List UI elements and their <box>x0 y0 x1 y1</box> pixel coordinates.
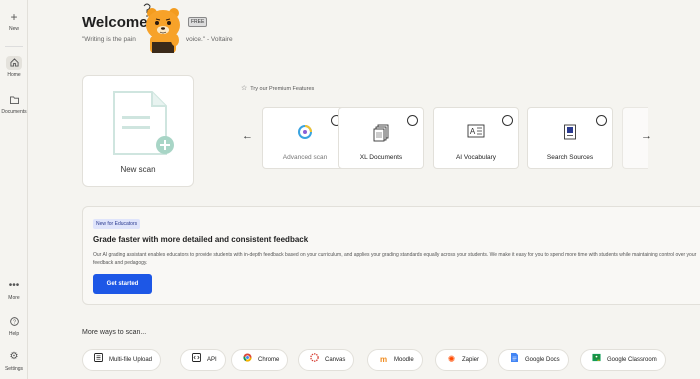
svg-text:A: A <box>470 127 476 136</box>
star-icon: ☆ <box>241 85 248 92</box>
premium-title: ☆ Try our Premium Features <box>241 84 314 92</box>
quote-start: "Writing is the pain <box>82 36 136 43</box>
chip-canvas[interactable]: Canvas <box>298 349 355 371</box>
feature-label: XL Documents <box>359 154 403 161</box>
new-scan-label: New scan <box>120 165 156 174</box>
chip-google-docs[interactable]: Google Docs <box>498 349 569 371</box>
plan-badge: FREE <box>188 17 208 27</box>
new-label: New <box>8 26 19 32</box>
chip-label: Zapier <box>462 357 480 363</box>
sidebar-divider <box>5 46 23 47</box>
new-document-icon <box>110 88 176 158</box>
feature-card-advanced-scan[interactable]: Advanced scan <box>262 107 348 169</box>
carousel-prev-button[interactable]: ← <box>242 130 253 142</box>
mascot-character <box>143 3 180 53</box>
educators-title: Grade faster with more detailed and cons… <box>93 235 309 244</box>
main-content: Welcome FREE "Writing is the pain voice."… <box>28 0 700 379</box>
chip-moodle[interactable]: m Moodle <box>367 349 423 371</box>
chip-label: Multi-file Upload <box>109 357 153 363</box>
educators-badge: New for Educators <box>93 219 141 229</box>
chip-label: Moodle <box>394 357 414 363</box>
feature-label: Advanced scan <box>282 154 328 161</box>
new-scan-card[interactable]: New scan <box>82 75 194 187</box>
feature-label: Search Sources <box>546 154 594 161</box>
chip-chrome[interactable]: Chrome <box>231 349 289 371</box>
chip-label: Google Docs <box>525 357 560 363</box>
book-icon <box>528 124 612 140</box>
folder-icon <box>6 93 22 107</box>
chip-label: Chrome <box>258 357 280 363</box>
code-icon <box>192 353 201 362</box>
chip-google-classroom[interactable]: Google Classroom <box>580 349 666 371</box>
chip-multi-file-upload[interactable]: Multi-file Upload <box>82 349 162 371</box>
stacked-docs-icon <box>339 124 423 142</box>
premium-title-text: Try our Premium Features <box>250 86 315 92</box>
sidebar-item-more[interactable]: ••• More <box>0 279 28 301</box>
sidebar: + New Home Documents ••• More ? Help ⚙ S… <box>0 0 28 379</box>
feature-card-search-sources[interactable]: Search Sources <box>527 107 613 169</box>
home-label: Home <box>7 72 21 78</box>
plus-icon: + <box>10 10 18 24</box>
quote-end: voice." - Voltaire <box>185 36 233 43</box>
chip-label: Canvas <box>325 357 346 363</box>
help-icon: ? <box>6 315 22 329</box>
carousel-next-button[interactable]: → <box>641 130 652 142</box>
moodle-icon: m <box>379 355 388 364</box>
educators-body: Our AI grading assistant enables educato… <box>93 252 697 266</box>
canvas-icon <box>310 353 319 362</box>
settings-label: Settings <box>4 366 24 372</box>
chip-zapier[interactable]: ✺ Zapier <box>435 349 489 371</box>
new-button[interactable]: + New <box>0 10 28 32</box>
more-label: More <box>8 295 20 301</box>
google-docs-icon <box>510 353 519 362</box>
sidebar-item-settings[interactable]: ⚙ Settings <box>0 350 28 372</box>
chrome-icon <box>243 353 252 362</box>
chip-api[interactable]: API <box>180 349 226 371</box>
more-ways-title: More ways to scan... <box>82 329 147 336</box>
documents-label: Documents <box>1 109 27 115</box>
help-label: Help <box>8 331 20 337</box>
more-dots-icon: ••• <box>8 280 20 291</box>
get-started-button[interactable]: Get started <box>93 274 152 294</box>
chip-label: API <box>207 357 217 363</box>
feature-label: AI Vocabulary <box>455 154 497 161</box>
ring-icon <box>263 124 347 140</box>
feature-card-xl-documents[interactable]: XL Documents <box>338 107 424 169</box>
sidebar-item-home[interactable]: Home <box>0 56 28 78</box>
gear-icon: ⚙ <box>9 351 19 362</box>
sidebar-item-help[interactable]: ? Help <box>0 315 28 337</box>
feature-card-ai-vocabulary[interactable]: A AI Vocabulary <box>433 107 519 169</box>
upload-icon <box>94 353 103 362</box>
vocab-card-icon: A <box>434 124 518 140</box>
chip-label: Google Classroom <box>607 357 657 363</box>
google-classroom-icon <box>592 353 601 362</box>
sidebar-item-documents[interactable]: Documents <box>0 93 28 115</box>
zapier-icon: ✺ <box>447 354 456 364</box>
svg-text:?: ? <box>13 320 16 326</box>
home-icon <box>6 56 22 70</box>
educators-panel: New for Educators Grade faster with more… <box>82 206 700 305</box>
